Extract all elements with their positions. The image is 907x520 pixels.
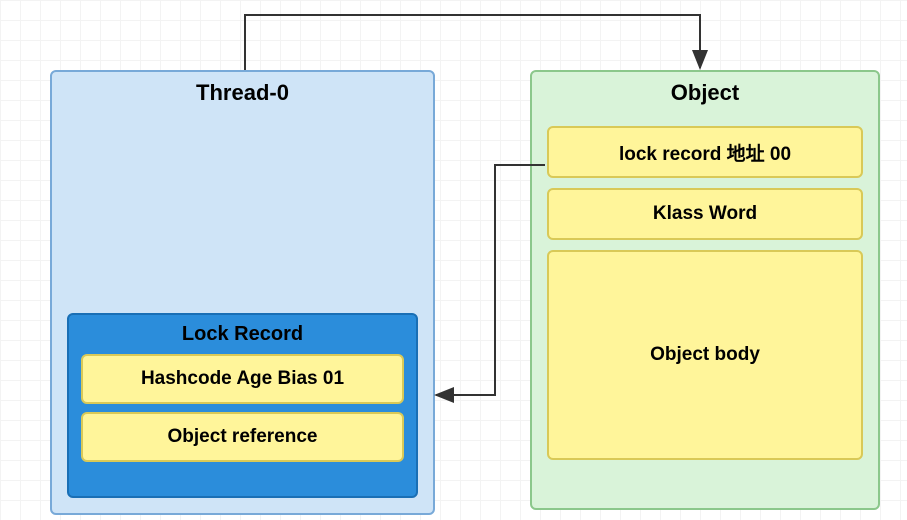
lock-record-title: Lock Record [69, 315, 416, 346]
lock-record-box: Lock Record Hashcode Age Bias 01 Object … [67, 313, 418, 498]
object-box: Object lock record 地址 00 Klass Word Obje… [530, 70, 880, 510]
thread-box: Thread-0 Lock Record Hashcode Age Bias 0… [50, 70, 435, 515]
arrow-lockaddr-to-hashcode [436, 165, 545, 395]
object-reference-field: Object reference [81, 412, 404, 462]
thread-title: Thread-0 [52, 72, 433, 106]
klass-word-field: Klass Word [547, 188, 863, 240]
hashcode-field: Hashcode Age Bias 01 [81, 354, 404, 404]
lock-record-address-field: lock record 地址 00 [547, 126, 863, 178]
object-body-field: Object body [547, 250, 863, 460]
arrow-thread-to-object [245, 15, 700, 70]
object-title: Object [532, 72, 878, 106]
